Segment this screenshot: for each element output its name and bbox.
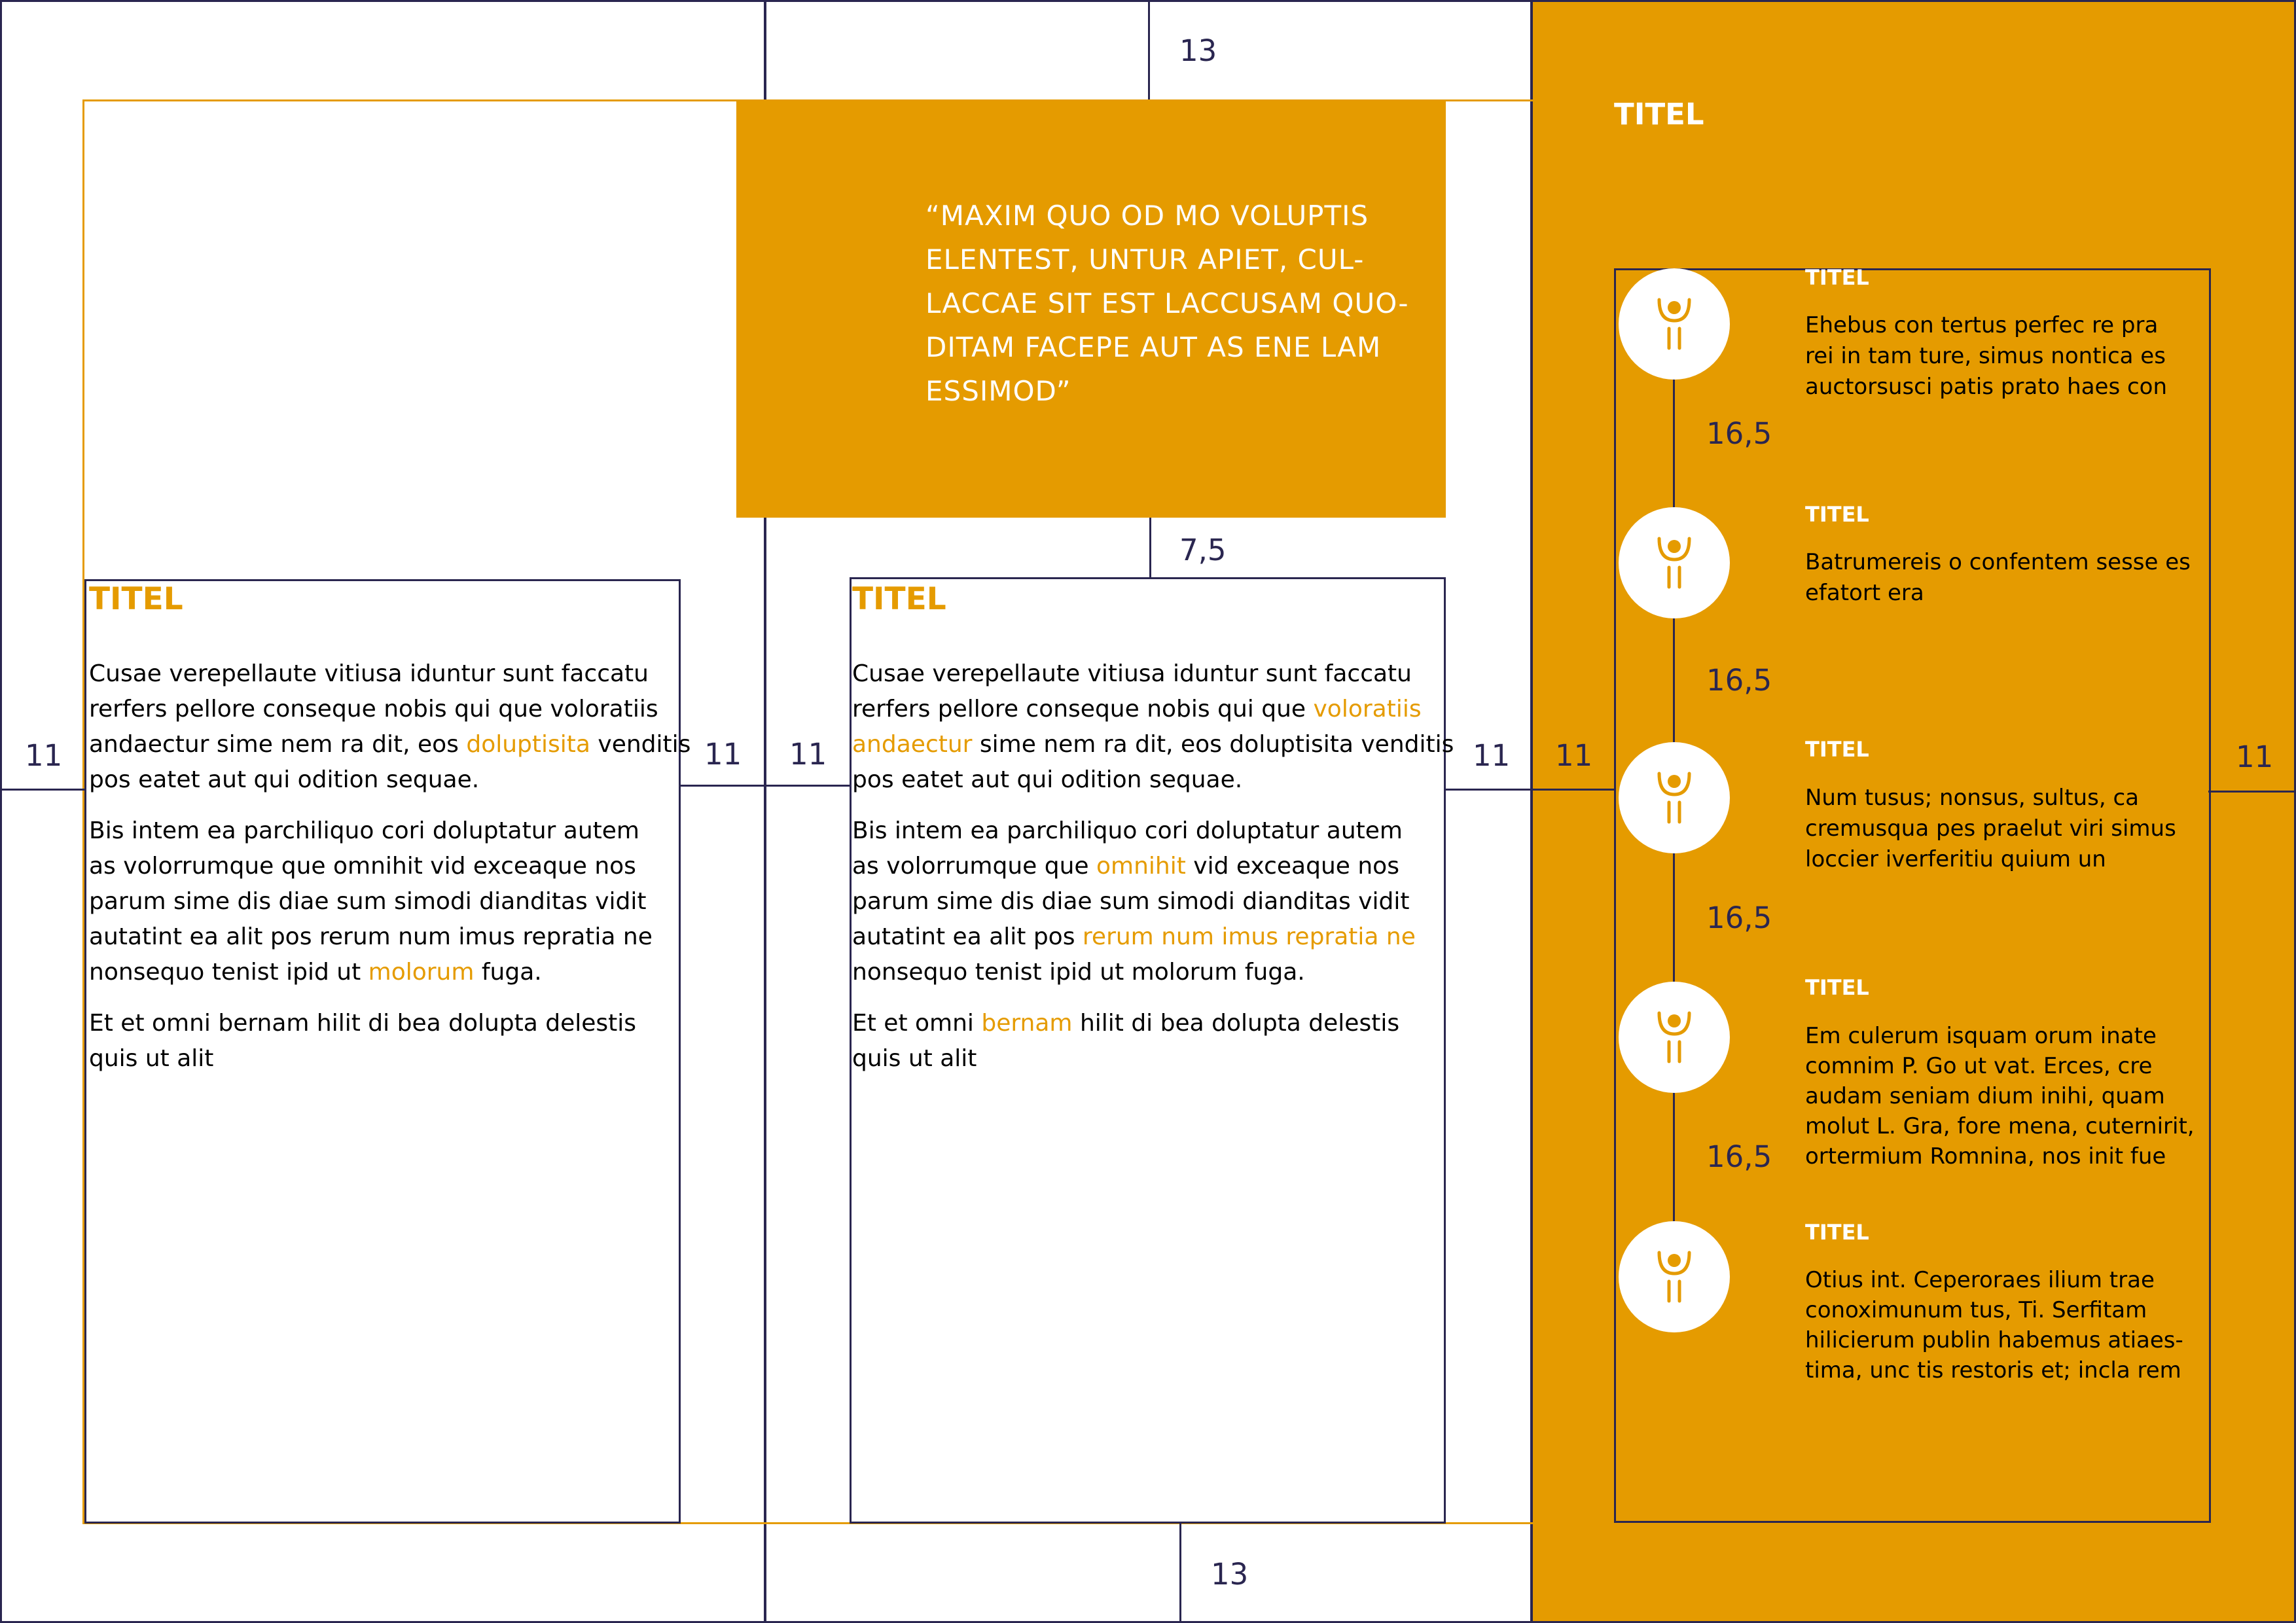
timeline-item-4-text: Em culerum isquam orum inate comnim P. G…	[1805, 1023, 2195, 1169]
text-line: Bis intem ea parchiliquo cori doluptatur…	[852, 817, 1403, 844]
highlight-text: molorum	[368, 959, 475, 986]
quote-text: “MAXIM QUO OD MO VOLUPTIS ELENTEST, UNTU…	[925, 200, 1409, 407]
dim-label-top: 13	[1179, 33, 1217, 68]
text-line: Bis intem ea parchiliquo cori doluptatur…	[89, 817, 639, 844]
person-icon	[1657, 298, 1691, 350]
column-1-title: TITEL	[89, 581, 183, 617]
text-line: hilit di bea dolupta delestis	[1072, 1010, 1400, 1037]
timeline-item-2-title: TITEL	[1805, 502, 1869, 527]
column-2-paragraph-2: Bis intem ea parchiliquo cori doluptatur…	[852, 813, 1454, 990]
dim-line-panel-right	[2208, 791, 2294, 793]
timeline-gap-3: 16,5	[1706, 901, 1772, 935]
text-line: fuga.	[474, 959, 542, 986]
highlight-text: doluptisita	[466, 731, 590, 758]
text-line: quis ut alit	[852, 1045, 977, 1072]
dim-label-panel-right: 11	[2236, 740, 2274, 774]
dim-label-gutter-1a: 11	[704, 737, 742, 772]
text-line: quis ut alit	[89, 1045, 214, 1072]
text-line: as volorrumque que omnihit vid exceaque …	[89, 853, 636, 880]
text-line: Cusae verepellaute vitiusa iduntur sunt …	[89, 660, 649, 687]
timeline-item-1-text: Ehebus con tertus perfec re pra rei in t…	[1805, 312, 2168, 400]
dim-label-panel-left: 11	[1555, 738, 1593, 773]
timeline-item-5-title: TITEL	[1805, 1220, 1869, 1245]
timeline-item-3-title: TITEL	[1805, 737, 1869, 762]
person-icon	[1657, 537, 1691, 589]
text-line: rerfers pellore conseque nobis qui que	[852, 696, 1314, 722]
column-2-title: TITEL	[852, 581, 946, 617]
timeline-item-3-circle	[1619, 742, 1730, 853]
text-line: andaectur sime nem ra dit, eos	[89, 731, 467, 758]
dim-label-gutter-2: 11	[1473, 738, 1511, 773]
timeline-gap-4: 16,5	[1706, 1139, 1772, 1174]
frame-left	[0, 0, 2, 1623]
timeline-item-4-circle	[1619, 982, 1730, 1093]
text-line: parum sime dis diae sum simodi dianditas…	[852, 888, 1410, 915]
page: “MAXIM QUO OD MO VOLUPTIS ELENTEST, UNTU…	[0, 0, 2296, 1623]
highlight-text: bernam	[981, 1010, 1073, 1037]
timeline-gap-1: 16,5	[1706, 416, 1772, 451]
timeline-item-5-text: Otius int. Ceperoraes ilium trae conoxim…	[1805, 1267, 2183, 1383]
text-line: as volorrumque que	[852, 853, 1096, 880]
fold-line-2	[1530, 0, 1533, 1623]
column-2-paragraph-3: Et et omni bernam hilit di bea dolupta d…	[852, 1006, 1454, 1077]
dim-line-top	[1148, 0, 1150, 99]
person-icon	[1657, 1011, 1691, 1063]
text-line: rerfers pellore conseque nobis qui que v…	[89, 696, 658, 722]
text-line: Et et omni bernam hilit di bea dolupta d…	[89, 1010, 637, 1037]
text-line: vid exceaque nos	[1185, 853, 1399, 880]
dim-label-left-margin: 11	[25, 738, 63, 773]
text-line: autatint ea alit pos rerum num imus repr…	[89, 923, 653, 950]
person-icon	[1657, 1251, 1691, 1303]
text-line: pos eatet aut qui odition sequae.	[852, 766, 1243, 793]
column-1-paragraph-2: Bis intem ea parchiliquo cori doluptatur…	[89, 813, 691, 990]
dim-line-gutter-1	[679, 785, 852, 787]
column-1-paragraph-3: Et et omni bernam hilit di bea dolupta d…	[89, 1006, 691, 1077]
text-line: autatint ea alit pos	[852, 923, 1083, 950]
timeline-item-2-text: Batrumereis o confentem sesse es efatort…	[1805, 549, 2191, 606]
dim-line-left-margin	[2, 789, 84, 791]
dim-line-quote-gap	[1149, 518, 1151, 579]
timeline-gap-2: 16,5	[1706, 663, 1772, 698]
timeline-item-2-circle	[1619, 507, 1730, 618]
text-line: sime nem ra dit, eos doluptisita venditi…	[972, 731, 1454, 758]
highlight-text: voloratiis	[1313, 696, 1422, 722]
highlight-text: rerum num imus repratia ne	[1082, 923, 1416, 950]
panel-title: TITEL	[1614, 97, 1704, 132]
timeline-item-1-circle	[1619, 268, 1730, 380]
timeline-item-1-title: TITEL	[1805, 265, 1869, 290]
column-2-body: Cusae verepellaute vitiusa iduntur sunt …	[852, 656, 1454, 1092]
timeline-item-5-circle	[1619, 1221, 1730, 1332]
dim-label-bottom: 13	[1211, 1557, 1249, 1592]
highlight-text: andaectur	[852, 731, 973, 758]
dim-label-gutter-1b: 11	[789, 737, 827, 772]
text-line: Et et omni	[852, 1010, 982, 1037]
highlight-text: omnihit	[1096, 853, 1186, 880]
column-1-paragraph-1: Cusae verepellaute vitiusa iduntur sunt …	[89, 656, 691, 798]
timeline-item-4-title: TITEL	[1805, 975, 1869, 1000]
text-line: venditis	[590, 731, 691, 758]
column-1-body: Cusae verepellaute vitiusa iduntur sunt …	[89, 656, 691, 1092]
person-icon	[1657, 772, 1691, 824]
text-line: parum sime dis diae sum simodi dianditas…	[89, 888, 647, 915]
text-line: pos eatet aut qui odition sequae.	[89, 766, 480, 793]
column-2-paragraph-1: Cusae verepellaute vitiusa iduntur sunt …	[852, 656, 1454, 798]
text-line: nonsequo tenist ipid ut	[89, 959, 368, 986]
dim-line-panel-left	[1533, 789, 1615, 791]
dim-line-gutter-2	[1444, 789, 1532, 791]
dim-label-quote-gap: 7,5	[1179, 533, 1227, 567]
dim-line-bottom	[1179, 1522, 1181, 1623]
timeline-item-3-text: Num tusus; nonsus, sultus, ca cremusqua …	[1805, 785, 2176, 872]
text-line: nonsequo tenist ipid ut molorum fuga.	[852, 959, 1305, 986]
text-line: Cusae verepellaute vitiusa iduntur sunt …	[852, 660, 1412, 687]
